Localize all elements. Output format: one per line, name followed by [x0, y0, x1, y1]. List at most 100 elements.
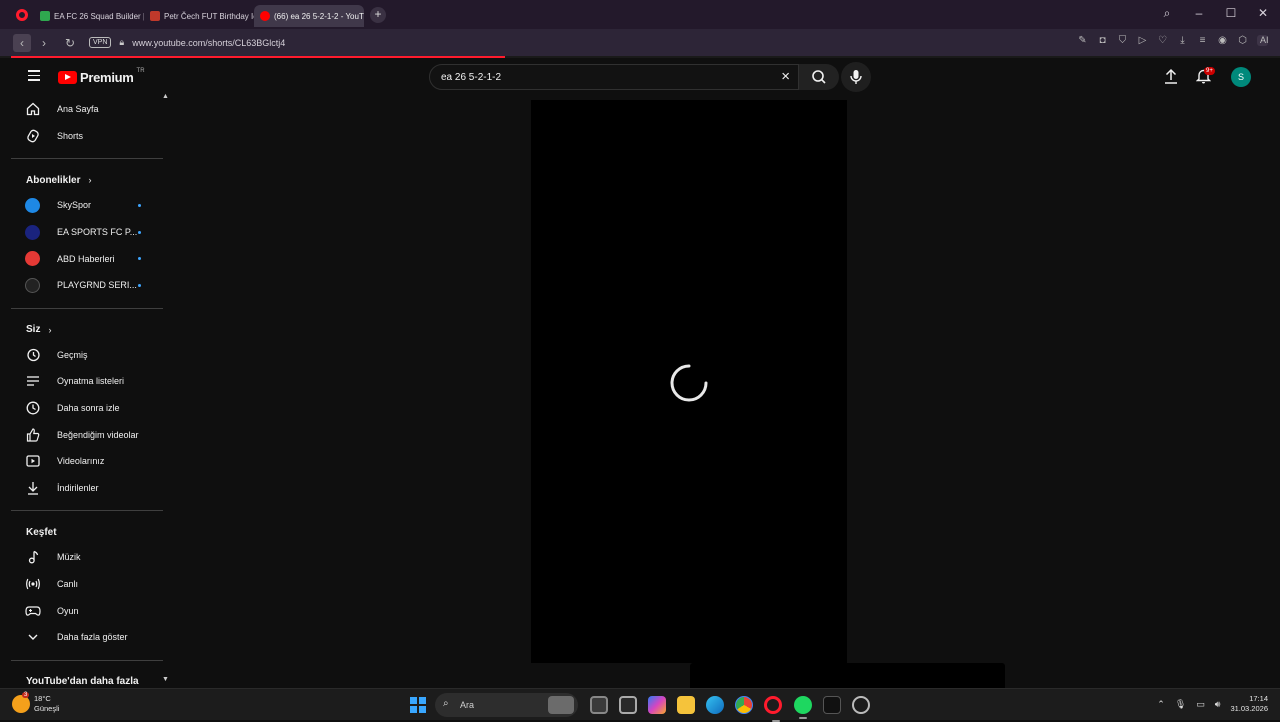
- tab-petr-cech[interactable]: Petr Čech FUT Birthday Ic: [144, 5, 254, 27]
- tab-squad-builder[interactable]: EA FC 26 Squad Builder | F: [34, 5, 144, 27]
- live-icon: [25, 576, 41, 592]
- search-icon: [812, 70, 826, 84]
- upload-icon[interactable]: [1164, 68, 1178, 84]
- settings-icon[interactable]: [852, 696, 870, 714]
- task-view-icon[interactable]: [590, 696, 608, 714]
- sidebar-item-music[interactable]: Müzik: [11, 544, 171, 571]
- copilot-icon[interactable]: [648, 696, 666, 714]
- sidebar-item-home[interactable]: Ana Sayfa: [11, 96, 171, 123]
- sidebar-item-watch-later[interactable]: Daha sonra izle: [11, 395, 171, 422]
- edit-icon[interactable]: ✎: [1077, 35, 1088, 46]
- sidebar-item-downloads[interactable]: İndirilenler: [11, 475, 171, 502]
- sidebar-item-gaming[interactable]: Oyun: [11, 597, 171, 624]
- sidebar-item-label: Müzik: [57, 552, 81, 563]
- network-icon[interactable]: ▭: [1196, 699, 1205, 710]
- channel-avatar: [25, 224, 40, 240]
- sidebar-subscription-skyspor[interactable]: SkySpor: [11, 192, 171, 219]
- sidebar-subscription-abd-haberleri[interactable]: ABD Haberleri: [11, 245, 171, 272]
- tab-youtube[interactable]: (66) ea 26 5-2-1-2 - YouTu: [254, 5, 364, 27]
- sidebar-scroll-down-arrow[interactable]: ▼: [162, 676, 169, 683]
- subscriptions-heading[interactable]: Abonelikler ›: [11, 168, 171, 192]
- camera-icon[interactable]: ◘: [1097, 35, 1108, 46]
- sidebar-divider: [11, 307, 163, 309]
- heart-icon[interactable]: ♡: [1157, 35, 1168, 46]
- channel-avatar: [25, 251, 40, 267]
- back-button[interactable]: ‹: [13, 33, 31, 52]
- chrome-icon[interactable]: [735, 696, 753, 714]
- speaker-icon[interactable]: 🔊︎: [1215, 699, 1221, 710]
- minimize-icon[interactable]: –: [1192, 6, 1206, 21]
- start-button[interactable]: [410, 697, 426, 713]
- edge-icon[interactable]: [706, 696, 724, 714]
- address-bar: ‹ › ↻ VPN 🔒︎ www.youtube.com/shorts/CL63…: [0, 29, 1280, 56]
- new-content-dot: [138, 204, 141, 208]
- taskbar-search[interactable]: ⌕ Ara: [435, 693, 578, 717]
- sidebar-item-history[interactable]: Geçmiş: [11, 342, 171, 369]
- lock-icon[interactable]: 🔒︎: [119, 37, 124, 48]
- sidebar-item-your-videos[interactable]: Videolarınız: [11, 448, 171, 475]
- maximize-icon[interactable]: ☐: [1224, 6, 1238, 21]
- store-icon[interactable]: [619, 696, 637, 714]
- ea-app-icon[interactable]: [823, 696, 841, 714]
- microphone-icon: [850, 70, 862, 84]
- gaming-icon: [25, 603, 41, 619]
- tab-label: EA FC 26 Squad Builder | F: [54, 11, 144, 21]
- spotify-icon[interactable]: [794, 696, 812, 719]
- menu-icon[interactable]: ≡: [1197, 35, 1208, 46]
- guide-menu-icon[interactable]: [28, 70, 40, 81]
- sidebar-item-label: Geçmiş: [57, 349, 88, 360]
- search-tabs-icon[interactable]: ⌕: [1160, 6, 1174, 21]
- opera-logo-icon[interactable]: [16, 8, 28, 21]
- address-bar-actions: ✎ ◘ ⛉ ▷ ♡ ⤓ ≡ ◉ ⬡ AI: [1077, 35, 1269, 46]
- url-field[interactable]: www.youtube.com/shorts/CL63BGlctj4: [132, 38, 285, 48]
- profile-icon[interactable]: ◉: [1217, 35, 1228, 46]
- search-input[interactable]: ea 26 5-2-1-2 ×: [429, 64, 799, 90]
- sidebar-item-live[interactable]: Canlı: [11, 571, 171, 598]
- you-heading[interactable]: Siz ›: [11, 318, 171, 342]
- sidebar-subscription-playgrnd[interactable]: PLAYGRND SERI...: [11, 272, 171, 299]
- sidebar-scroll-up-arrow[interactable]: ▲: [162, 93, 169, 100]
- ai-button[interactable]: AI: [1257, 35, 1269, 46]
- tab-label: Petr Čech FUT Birthday Ic: [164, 11, 254, 21]
- account-avatar[interactable]: S: [1231, 67, 1251, 87]
- forward-button[interactable]: ›: [35, 34, 53, 52]
- sidebar-item-label: SkySpor: [57, 200, 92, 211]
- play-icon[interactable]: ▷: [1137, 35, 1148, 46]
- channel-avatar: [25, 277, 40, 293]
- sidebar-item-label: Ana Sayfa: [57, 104, 99, 115]
- microphone-icon[interactable]: 🎙︎: [1175, 699, 1186, 710]
- sidebar-item-liked-videos[interactable]: Beğendiğim videolar: [11, 421, 171, 448]
- subscriptions-heading-label: Abonelikler: [26, 174, 81, 186]
- system-clock[interactable]: 17:14 31.03.2026: [1230, 694, 1268, 714]
- sidebar-item-show-more[interactable]: Daha fazla göster: [11, 624, 171, 651]
- vpn-badge[interactable]: VPN: [89, 37, 112, 48]
- playlists-icon: [25, 373, 41, 389]
- new-tab-button[interactable]: +: [370, 6, 386, 23]
- search-button[interactable]: [799, 64, 839, 90]
- file-explorer-icon[interactable]: [677, 696, 695, 714]
- sidebar-item-shorts[interactable]: Shorts: [11, 123, 171, 150]
- sidebar-subscription-ea-sports[interactable]: EA SPORTS FC P...: [11, 219, 171, 246]
- taskbar-search-label: Ara: [460, 700, 475, 710]
- history-icon: [25, 347, 41, 363]
- you-heading-label: Siz: [26, 324, 41, 336]
- sidebar-item-playlists[interactable]: Oynatma listeleri: [11, 368, 171, 395]
- weather-temperature: 18°C: [34, 694, 51, 703]
- new-content-dot: [138, 257, 141, 261]
- voice-search-button[interactable]: [841, 62, 871, 92]
- chevron-up-icon[interactable]: ⌃: [1157, 699, 1165, 710]
- weather-description: Güneşli: [34, 704, 60, 713]
- weather-widget[interactable]: 3 18°C Güneşli: [12, 692, 60, 714]
- explore-heading-label: Keşfet: [26, 526, 57, 538]
- download-icon[interactable]: ⤓: [1177, 35, 1188, 46]
- shield-icon[interactable]: ⛉: [1117, 35, 1128, 46]
- opera-icon[interactable]: [764, 696, 782, 722]
- reload-button[interactable]: ↻: [61, 34, 79, 52]
- youtube-play-icon: [58, 71, 77, 84]
- close-icon[interactable]: ✕: [1256, 6, 1270, 21]
- sidebar-item-label: Oyun: [57, 605, 79, 616]
- sidebar-item-label: Daha fazla göster: [57, 632, 128, 643]
- youtube-premium-logo[interactable]: Premium TR: [58, 68, 145, 85]
- clear-search-icon[interactable]: ×: [781, 68, 790, 85]
- extensions-icon[interactable]: ⬡: [1237, 35, 1248, 46]
